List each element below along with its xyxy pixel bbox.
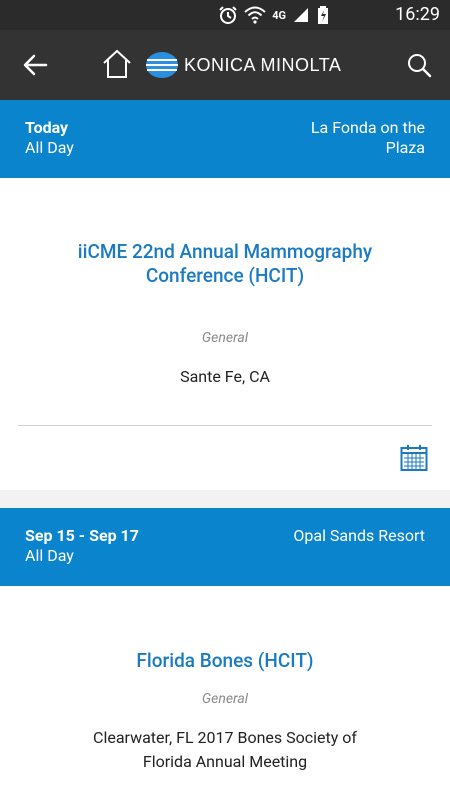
event-card[interactable]: Florida Bones (HCIT) General Clearwater,… [0,586,450,800]
brand-name: KONICA MINOLTA [184,54,342,75]
status-icons: 4G [218,4,330,26]
signal-icon [294,8,308,22]
event-category: General [201,691,249,707]
search-icon[interactable] [406,52,432,78]
network-type: 4G [272,8,286,22]
alarm-icon [219,6,237,24]
event-venue: La Fonda on the Plaza [310,118,425,157]
event-date: Sep 15 - Sep 17 [25,526,139,545]
event-time: All Day [25,546,74,565]
event-datetime: Sep 15 - Sep 17 All Day [25,526,139,566]
event-location: Clearwater, FL 2017 Bones Society of Flo… [93,728,357,771]
brand-logo: KONICA MINOLTA [146,50,341,80]
clock: 16:29 [395,4,440,25]
arrow-left-icon[interactable] [22,52,48,78]
event-venue: Opal Sands Resort [293,526,425,545]
status-bar: 4G 16:29 [0,0,450,30]
app-bar: KONICA MINOLTA [0,30,450,100]
event-card[interactable]: iiCME 22nd Annual Mammography Conference… [0,178,450,490]
event-datetime: Today All Day [25,118,74,158]
event-category: General [201,330,249,346]
event-header[interactable]: Today All Day La Fonda on the Plaza [0,100,450,178]
home-icon[interactable] [102,48,132,80]
event-time: All Day [25,138,74,157]
event-location: Sante Fe, CA [180,367,270,386]
battery-icon [318,6,328,24]
divider [18,425,432,426]
event-date: Today [25,118,69,137]
konica-minolta-globe-icon [146,52,178,78]
event-title[interactable]: Florida Bones (HCIT) [0,649,450,673]
event-title[interactable]: iiCME 22nd Annual Mammography Conference… [0,240,450,288]
wifi-icon [244,6,266,24]
calendar-icon[interactable] [400,444,428,472]
event-header[interactable]: Sep 15 - Sep 17 All Day Opal Sands Resor… [0,508,450,586]
